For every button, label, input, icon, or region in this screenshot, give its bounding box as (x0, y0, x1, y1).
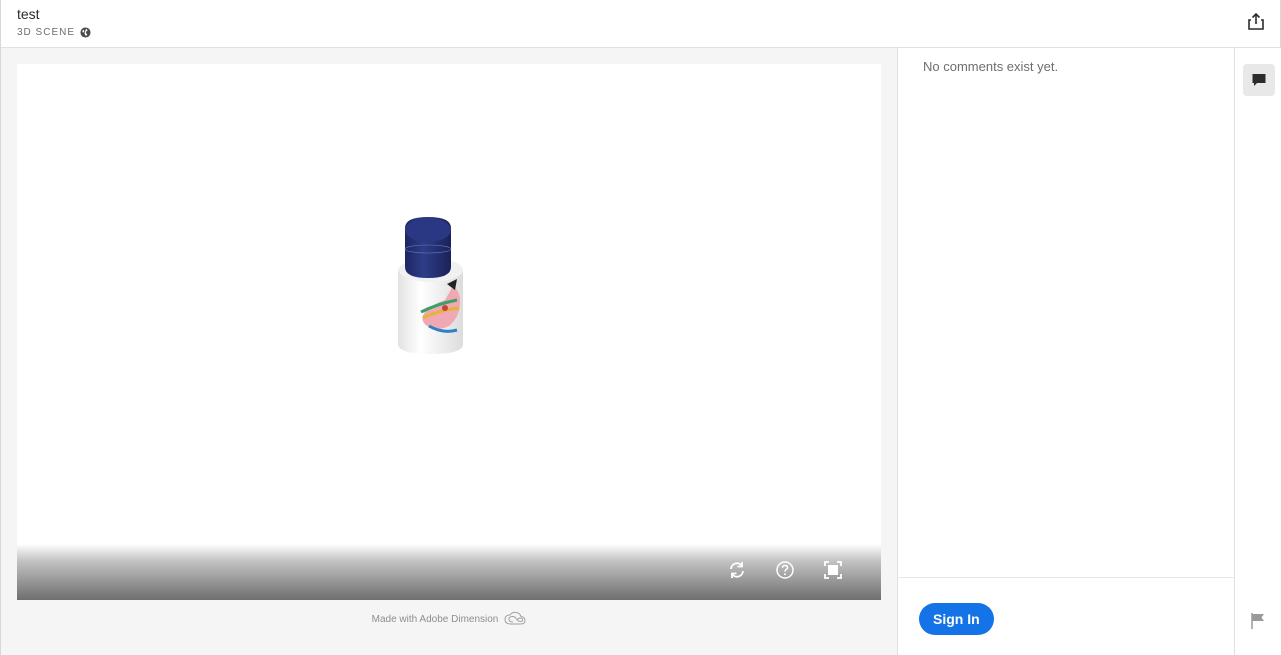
viewer-toolbar (17, 544, 881, 600)
scene-title: test (17, 6, 40, 22)
comment-icon (1252, 74, 1266, 86)
viewer-area: Made with Adobe Dimension (1, 48, 898, 655)
comments-footer: Sign In (898, 577, 1234, 655)
made-with-text: Made with Adobe Dimension (371, 613, 499, 625)
3d-viewport[interactable] (17, 64, 881, 600)
refresh-icon (730, 562, 744, 578)
fullscreen-icon (824, 561, 842, 579)
scene-type-label: 3D SCENE (17, 27, 76, 38)
header: test 3D SCENE (1, 0, 1280, 48)
flag-icon (1251, 613, 1264, 629)
comments-toggle-button[interactable] (1243, 64, 1275, 96)
scene-type: 3D SCENE (17, 27, 91, 38)
share-button[interactable] (1246, 12, 1266, 32)
right-rail (1234, 48, 1281, 655)
globe-icon (80, 27, 91, 38)
comments-panel: No comments exist yet. Sign In (898, 48, 1234, 655)
empty-comments-message: No comments exist yet. (923, 59, 1059, 74)
help-icon (776, 561, 794, 579)
made-with-footer[interactable]: Made with Adobe Dimension (1, 611, 898, 627)
fullscreen-button[interactable] (821, 558, 845, 582)
creative-cloud-logo (504, 611, 526, 625)
sign-in-button[interactable]: Sign In (919, 603, 994, 635)
share-icon (1248, 12, 1264, 30)
bottle-model (398, 217, 463, 354)
reset-view-button[interactable] (725, 558, 749, 582)
help-button[interactable] (773, 558, 797, 582)
report-button[interactable] (1249, 612, 1269, 632)
page: test 3D SCENE Made with Adobe Dimension … (0, 0, 1281, 655)
